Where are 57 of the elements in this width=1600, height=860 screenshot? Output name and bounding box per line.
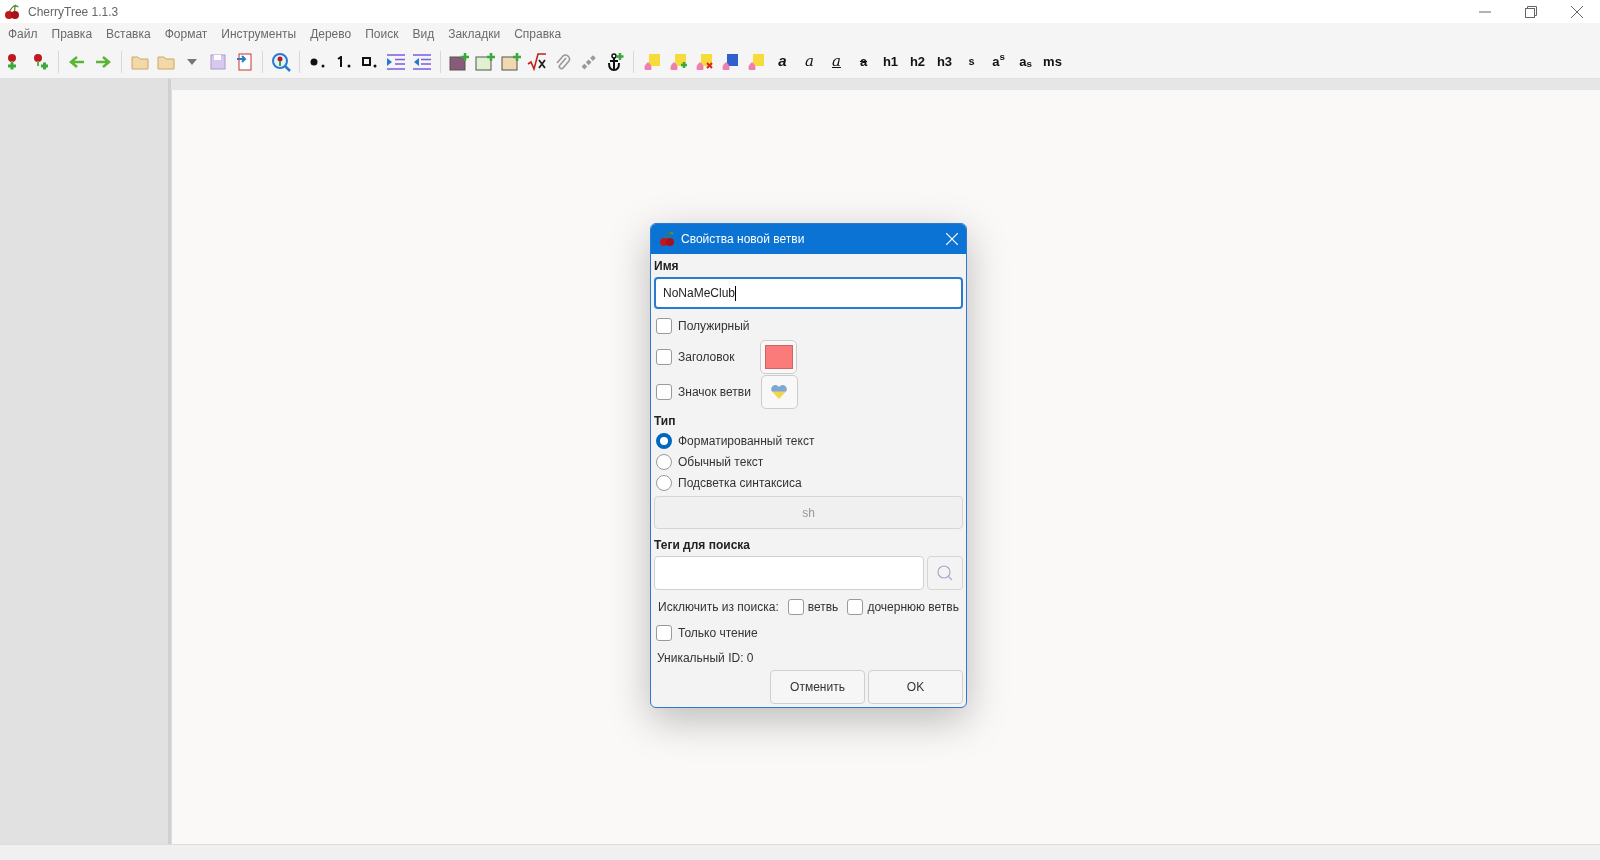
- checkbox-label: Заголовок: [678, 349, 736, 366]
- checkbox-label: Значок ветви: [678, 384, 751, 401]
- cherry-icon: [659, 231, 675, 247]
- search-button[interactable]: [927, 556, 963, 590]
- menu-item[interactable]: Файл: [2, 25, 44, 43]
- radio-label: Подсветка синтаксиса: [678, 474, 802, 492]
- menu-item[interactable]: Поиск: [359, 25, 405, 43]
- checkbox-label: Только чтение: [678, 625, 758, 642]
- menu-item[interactable]: Справка: [508, 25, 568, 43]
- dialog-button[interactable]: Отменить: [770, 670, 865, 704]
- radio-button[interactable]: [656, 432, 672, 449]
- field-label: Имя: [654, 258, 680, 275]
- radio-button[interactable]: [656, 453, 672, 470]
- exclude-label: Исключить из поиска:: [658, 599, 779, 616]
- checkbox[interactable]: [656, 318, 672, 334]
- format-button[interactable]: a: [769, 48, 796, 75]
- checkbox-label: дочернюю ветвь: [867, 599, 959, 616]
- format-button[interactable]: a: [796, 48, 823, 75]
- radio-button[interactable]: [656, 474, 672, 491]
- name-field[interactable]: NoNaMeClub: [654, 277, 963, 309]
- menu-item[interactable]: Дерево: [304, 25, 358, 43]
- format-button[interactable]: h3: [931, 48, 958, 75]
- checkbox[interactable]: [656, 625, 672, 641]
- search-icon: [937, 565, 953, 581]
- heart-icon: [771, 385, 788, 399]
- format-button[interactable]: h1: [877, 48, 904, 75]
- radio-label: Обычный текст: [678, 453, 764, 471]
- menu-item[interactable]: Закладки: [442, 25, 507, 43]
- checkbox[interactable]: [787, 599, 804, 615]
- checkbox[interactable]: [656, 349, 672, 365]
- menu-item[interactable]: Вставка: [100, 25, 157, 43]
- format-button[interactable]: a: [850, 48, 877, 75]
- format-button[interactable]: ms: [1039, 48, 1066, 75]
- format-button[interactable]: h2: [904, 48, 931, 75]
- tags-field[interactable]: [654, 556, 924, 590]
- app-logo-icon: [4, 3, 20, 20]
- format-button[interactable]: s: [958, 48, 985, 75]
- dialog-title: Свойства новой ветви: [681, 231, 805, 248]
- menu-item[interactable]: Вид: [406, 25, 441, 43]
- menu-item[interactable]: Формат: [158, 25, 214, 43]
- unique-id-text: Уникальный ID: 0: [656, 650, 755, 667]
- checkbox[interactable]: [656, 384, 672, 400]
- menu-item[interactable]: Правка: [45, 25, 99, 43]
- checkbox[interactable]: [847, 599, 864, 615]
- icon-button[interactable]: [760, 375, 798, 409]
- window-title: CherryTree 1.1.3: [28, 3, 119, 21]
- menu-item[interactable]: Инструменты: [215, 25, 303, 43]
- format-button[interactable]: a$^{s}$: [985, 48, 1012, 75]
- checkbox-label: ветвь: [807, 599, 839, 616]
- dialog-button[interactable]: OK: [868, 670, 963, 704]
- close-icon[interactable]: [946, 233, 958, 245]
- radio-label: Форматированный текст: [678, 432, 815, 450]
- checkbox-label: Полужирный: [678, 318, 750, 335]
- format-button[interactable]: a: [823, 48, 850, 75]
- field-label: Теги для поиска: [654, 537, 751, 554]
- field-label: Тип: [654, 413, 677, 430]
- format-button[interactable]: a$_{s}$: [1012, 48, 1039, 75]
